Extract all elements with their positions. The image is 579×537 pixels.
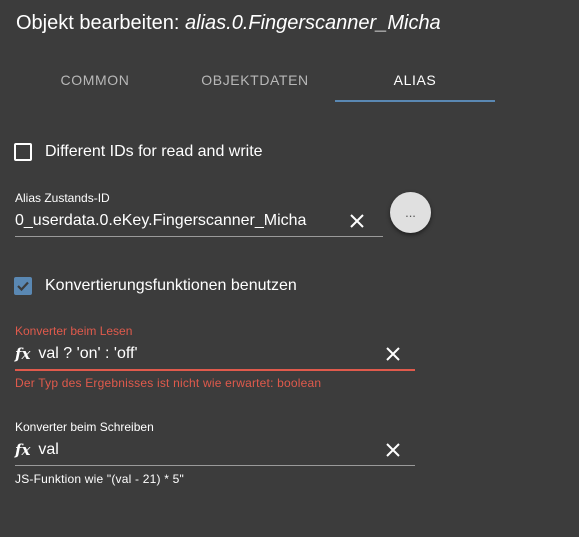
active-tab-indicator	[335, 100, 495, 102]
write-converter-label: Konverter beim Schreiben	[15, 420, 154, 434]
read-converter-error: Der Typ des Ergebnisses ist nicht wie er…	[15, 376, 322, 390]
read-converter-label: Konverter beim Lesen	[15, 324, 133, 338]
different-ids-checkbox-row[interactable]: Different IDs for read and write	[14, 143, 263, 161]
title-prefix: Objekt bearbeiten:	[16, 12, 180, 34]
different-ids-label: Different IDs for read and write	[45, 143, 263, 160]
alias-state-field[interactable]: 0_userdata.0.eKey.Fingerscanner_Micha	[15, 206, 383, 237]
clear-icon[interactable]	[345, 209, 369, 233]
conversion-checkbox[interactable]	[14, 277, 32, 295]
tab-objektdaten[interactable]: OBJEKTDATEN	[175, 58, 335, 102]
clear-icon[interactable]	[381, 342, 405, 366]
conversion-label: Konvertierungsfunktionen benutzen	[45, 277, 297, 294]
function-icon: fx	[15, 441, 31, 459]
function-icon: fx	[15, 345, 31, 363]
different-ids-checkbox[interactable]	[14, 143, 32, 161]
browse-button[interactable]: ...	[390, 192, 431, 233]
read-converter-field[interactable]: fx val ? 'on' : 'off'	[15, 339, 415, 371]
alias-state-input[interactable]: 0_userdata.0.eKey.Fingerscanner_Micha	[15, 212, 345, 230]
tab-alias[interactable]: ALIAS	[335, 58, 495, 102]
tab-common[interactable]: COMMON	[15, 58, 175, 102]
tab-bar: COMMON OBJEKTDATEN ALIAS	[0, 58, 579, 102]
write-converter-field[interactable]: fx val	[15, 435, 415, 466]
write-converter-helper: JS-Funktion wie "(val - 21) * 5"	[15, 472, 184, 486]
read-converter-input[interactable]: val ? 'on' : 'off'	[38, 345, 381, 363]
alias-state-label: Alias Zustands-ID	[15, 191, 110, 205]
clear-icon[interactable]	[381, 438, 405, 462]
conversion-checkbox-row[interactable]: Konvertierungsfunktionen benutzen	[14, 277, 297, 295]
write-converter-input[interactable]: val	[38, 441, 381, 459]
dialog-title: Objekt bearbeiten: alias.0.Fingerscanner…	[16, 12, 441, 35]
check-icon	[17, 281, 29, 292]
title-object-id: alias.0.Fingerscanner_Micha	[185, 12, 441, 34]
